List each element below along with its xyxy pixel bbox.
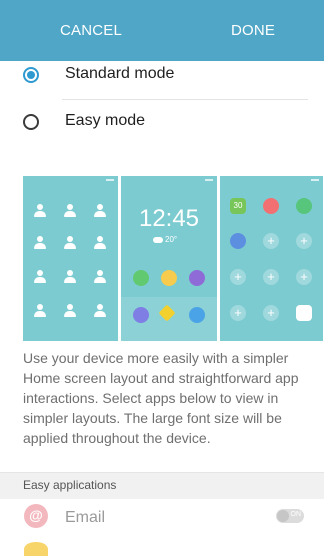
- easy-mode-description: Use your device more easily with a simpl…: [23, 350, 299, 446]
- add-app-icon: +: [263, 305, 279, 321]
- add-app-icon: +: [296, 233, 312, 249]
- app-label: Email: [65, 509, 106, 526]
- phone-icon: [133, 270, 149, 286]
- settings-icon: [230, 233, 246, 249]
- recorder-icon: [263, 198, 279, 214]
- standard-mode-option[interactable]: Standard mode: [0, 52, 324, 100]
- add-app-icon: +: [230, 269, 246, 285]
- contact-icon: [63, 236, 77, 250]
- add-app-icon: +: [263, 233, 279, 249]
- page-indicator: [121, 334, 217, 338]
- preview-contacts-screen: [23, 176, 118, 341]
- contact-icon: [63, 270, 77, 284]
- contact-icon: [93, 204, 107, 218]
- contact-icon: [93, 236, 107, 250]
- preview-apps-screen: 30 + + + + + + +: [220, 176, 323, 341]
- app-row-email[interactable]: Email ON: [0, 504, 324, 544]
- contact-icon: [63, 304, 77, 318]
- section-label: Easy applications: [23, 478, 117, 492]
- easy-mode-option[interactable]: Easy mode: [0, 99, 324, 147]
- contact-icon: [93, 270, 107, 284]
- weather-widget: 20°: [153, 235, 177, 244]
- easy-applications-header: Easy applications: [0, 472, 324, 499]
- page-indicator: [220, 334, 323, 338]
- app-icon: [296, 198, 312, 214]
- status-bar-mark: [106, 179, 114, 181]
- next-app-icon: [24, 542, 48, 556]
- contact-icon: [33, 304, 47, 318]
- add-app-icon: +: [296, 269, 312, 285]
- done-button[interactable]: DONE: [231, 21, 275, 41]
- email-icon: [24, 504, 48, 528]
- contact-icon: [33, 270, 47, 284]
- add-app-icon: +: [230, 305, 246, 321]
- toggle-label: ON: [290, 511, 302, 518]
- status-bar-mark: [311, 179, 319, 181]
- toggle-thumb: [277, 510, 289, 522]
- email-toggle[interactable]: ON: [276, 509, 304, 523]
- standard-mode-label: Standard mode: [65, 65, 175, 82]
- cloud-icon: [153, 236, 163, 243]
- easy-mode-preview: 12:45 20° 30 + + + + + + +: [23, 176, 323, 341]
- standard-mode-radio[interactable]: [23, 67, 39, 83]
- easy-mode-label: Easy mode: [65, 112, 146, 129]
- calendar-icon: 30: [230, 198, 246, 214]
- music-icon: [189, 307, 205, 323]
- internet-icon: [189, 270, 205, 286]
- contact-icon: [63, 204, 77, 218]
- camera-icon: [133, 307, 149, 323]
- contact-icon: [93, 304, 107, 318]
- cancel-button[interactable]: CANCEL: [60, 21, 122, 41]
- add-app-icon: +: [263, 269, 279, 285]
- contact-icon: [33, 236, 47, 250]
- status-bar-mark: [205, 179, 213, 181]
- page-indicator: [23, 334, 118, 338]
- contact-icon: [33, 204, 47, 218]
- messages-icon: [161, 270, 177, 286]
- clock-widget: 12:45: [138, 205, 200, 232]
- easy-mode-radio[interactable]: [23, 114, 39, 130]
- preview-home-screen: 12:45 20°: [121, 176, 217, 341]
- apps-grid-icon: [296, 305, 312, 321]
